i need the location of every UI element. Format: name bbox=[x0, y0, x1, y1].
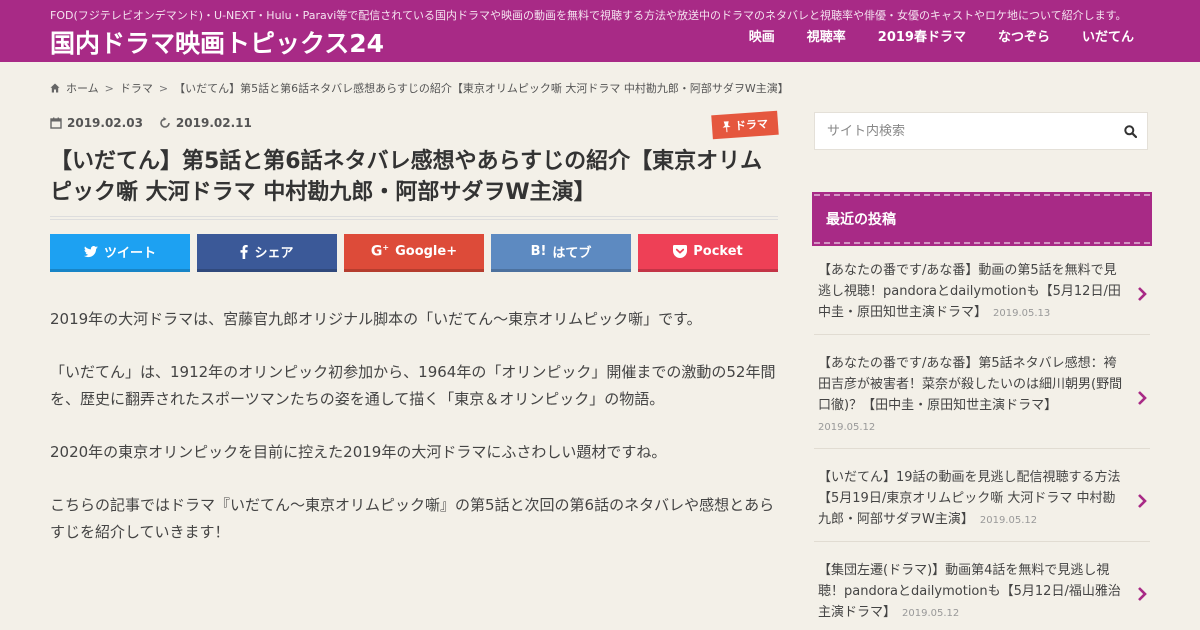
paragraph: 「いだてん」は、1912年のオリンピック初参加から、1964年の「オリンピック」… bbox=[50, 363, 776, 408]
recent-post-item[interactable]: 【いだてん】19話の動画を見逃し配信視聴する方法【5月19日/東京オリムピック噺… bbox=[814, 461, 1150, 542]
chevron-right-icon bbox=[1138, 587, 1147, 601]
published-date: 2019.02.03 bbox=[50, 116, 143, 130]
recent-posts-list: 【あなたの番です/あな番】動画の第5話を無料で見逃し視聴！pandoraとdai… bbox=[814, 254, 1150, 630]
pin-icon bbox=[722, 120, 731, 132]
search-form bbox=[814, 112, 1148, 150]
nav-item-spring-drama[interactable]: 2019春ドラマ bbox=[862, 26, 982, 45]
chevron-right-icon bbox=[1138, 390, 1147, 405]
share-buttons: ツイート シェア G+ Google+ B! はてブ Pocket bbox=[50, 234, 778, 272]
paragraph: 2019年の大河ドラマは、宮藤官九郎オリジナル脚本の「いだてん～東京オリムピック… bbox=[50, 310, 702, 328]
calendar-icon bbox=[50, 117, 62, 129]
recent-post-item[interactable]: 【集団左遷(ドラマ)】動画第4話を無料で見逃し視聴！pandoraとdailym… bbox=[814, 554, 1150, 630]
post-title: 【いだてん】第5話と第6話ネタバレ感想やあらすじの紹介【東京オリムピック噺 大河… bbox=[50, 146, 778, 220]
updated-date: 2019.02.11 bbox=[159, 116, 252, 130]
pocket-label: Pocket bbox=[693, 244, 743, 259]
breadcrumb-home-link[interactable]: ホーム bbox=[66, 80, 99, 96]
recent-post-title: 【あなたの番です/あな番】動画の第5話を無料で見逃し視聴！pandoraとdai… bbox=[818, 263, 1121, 320]
hatena-icon: B! bbox=[530, 244, 547, 259]
nav-item-idaten[interactable]: いだてん bbox=[1066, 26, 1150, 45]
recent-post-title: 【集団左遷(ドラマ)】動画第4話を無料で見逃し視聴！pandoraとdailym… bbox=[818, 563, 1121, 620]
post-meta: 2019.02.03 2019.02.11 bbox=[50, 116, 252, 130]
breadcrumb: ホーム > ドラマ > 【いだてん】第5話と第6話ネタバレ感想あらすじの紹介【東… bbox=[50, 80, 789, 96]
search-icon bbox=[1123, 124, 1137, 138]
facebook-icon bbox=[240, 244, 249, 259]
category-badge-label: ドラマ bbox=[734, 117, 769, 133]
hatena-bookmark-button[interactable]: B! はてブ bbox=[491, 234, 631, 272]
search-input[interactable] bbox=[815, 123, 1113, 139]
breadcrumb-current: 【いだてん】第5話と第6話ネタバレ感想あらすじの紹介【東京オリムピック噺 大河ド… bbox=[174, 82, 789, 95]
tweet-label: ツイート bbox=[103, 246, 156, 261]
hatena-label: はてブ bbox=[552, 246, 592, 261]
nav-item-natsuzora[interactable]: なつぞら bbox=[982, 26, 1066, 45]
recent-posts-title: 最近の投稿 bbox=[812, 192, 1152, 246]
google-plus-label: Google+ bbox=[395, 244, 458, 259]
home-icon bbox=[50, 83, 60, 93]
nav-item-ratings[interactable]: 視聴率 bbox=[791, 26, 862, 45]
category-badge[interactable]: ドラマ bbox=[711, 110, 779, 140]
recent-post-date: 2019.05.13 bbox=[993, 308, 1051, 319]
published-date-text: 2019.02.03 bbox=[67, 116, 143, 130]
search-button[interactable] bbox=[1113, 113, 1147, 149]
paragraph: 2020年の東京オリンピックを目前に控えた2019年の大河ドラマにふさわしい題材… bbox=[50, 443, 667, 461]
global-nav: 映画 視聴率 2019春ドラマ なつぞら いだてん bbox=[733, 26, 1150, 45]
recent-post-date: 2019.05.12 bbox=[979, 515, 1038, 526]
recent-post-item[interactable]: 【あなたの番です/あな番】第5話ネタバレ感想：袴田吉彦が被害者！菜奈が殺したいの… bbox=[814, 347, 1150, 449]
recent-post-title: 【いだてん】19話の動画を見逃し配信視聴する方法【5月19日/東京オリムピック噺… bbox=[818, 470, 1121, 527]
facebook-share-label: シェア bbox=[254, 246, 294, 261]
paragraph: こちらの記事ではドラマ『いだてん～東京オリムピック噺』の第5話と次回の第6話のネ… bbox=[50, 496, 775, 541]
chevron-right-icon bbox=[1138, 494, 1147, 508]
pocket-button[interactable]: Pocket bbox=[638, 234, 778, 272]
tweet-button[interactable]: ツイート bbox=[50, 234, 190, 272]
updated-date-text: 2019.02.11 bbox=[175, 116, 252, 130]
site-title-link[interactable]: 国内ドラマ映画トピックス24 bbox=[50, 24, 384, 60]
article-body: 2019年の大河ドラマは、宮藤官九郎オリジナル脚本の「いだてん～東京オリムピック… bbox=[50, 306, 778, 572]
refresh-icon bbox=[160, 117, 170, 128]
breadcrumb-separator: > bbox=[104, 81, 114, 95]
chevron-right-icon bbox=[1138, 287, 1147, 301]
google-plus-button[interactable]: G+ Google+ bbox=[344, 234, 484, 272]
twitter-icon bbox=[83, 245, 98, 257]
recent-post-item[interactable]: 【あなたの番です/あな番】動画の第5話を無料で見逃し視聴！pandoraとdai… bbox=[814, 254, 1150, 335]
recent-post-date: 2019.05.12 bbox=[902, 608, 960, 619]
google-plus-icon: G+ bbox=[370, 243, 390, 260]
facebook-share-button[interactable]: シェア bbox=[197, 234, 337, 272]
breadcrumb-category-link[interactable]: ドラマ bbox=[120, 80, 153, 96]
recent-post-title: 【あなたの番です/あな番】第5話ネタバレ感想：袴田吉彦が被害者！菜奈が殺したいの… bbox=[818, 356, 1123, 413]
site-header: FOD(フジテレビオンデマンド)・U-NEXT・Hulu・Paravi等で配信さ… bbox=[0, 0, 1200, 62]
site-description: FOD(フジテレビオンデマンド)・U-NEXT・Hulu・Paravi等で配信さ… bbox=[50, 9, 1127, 22]
nav-item-movie[interactable]: 映画 bbox=[733, 26, 791, 45]
recent-post-date: 2019.05.12 bbox=[818, 422, 876, 433]
pocket-icon bbox=[673, 245, 688, 258]
breadcrumb-separator: > bbox=[158, 81, 169, 95]
